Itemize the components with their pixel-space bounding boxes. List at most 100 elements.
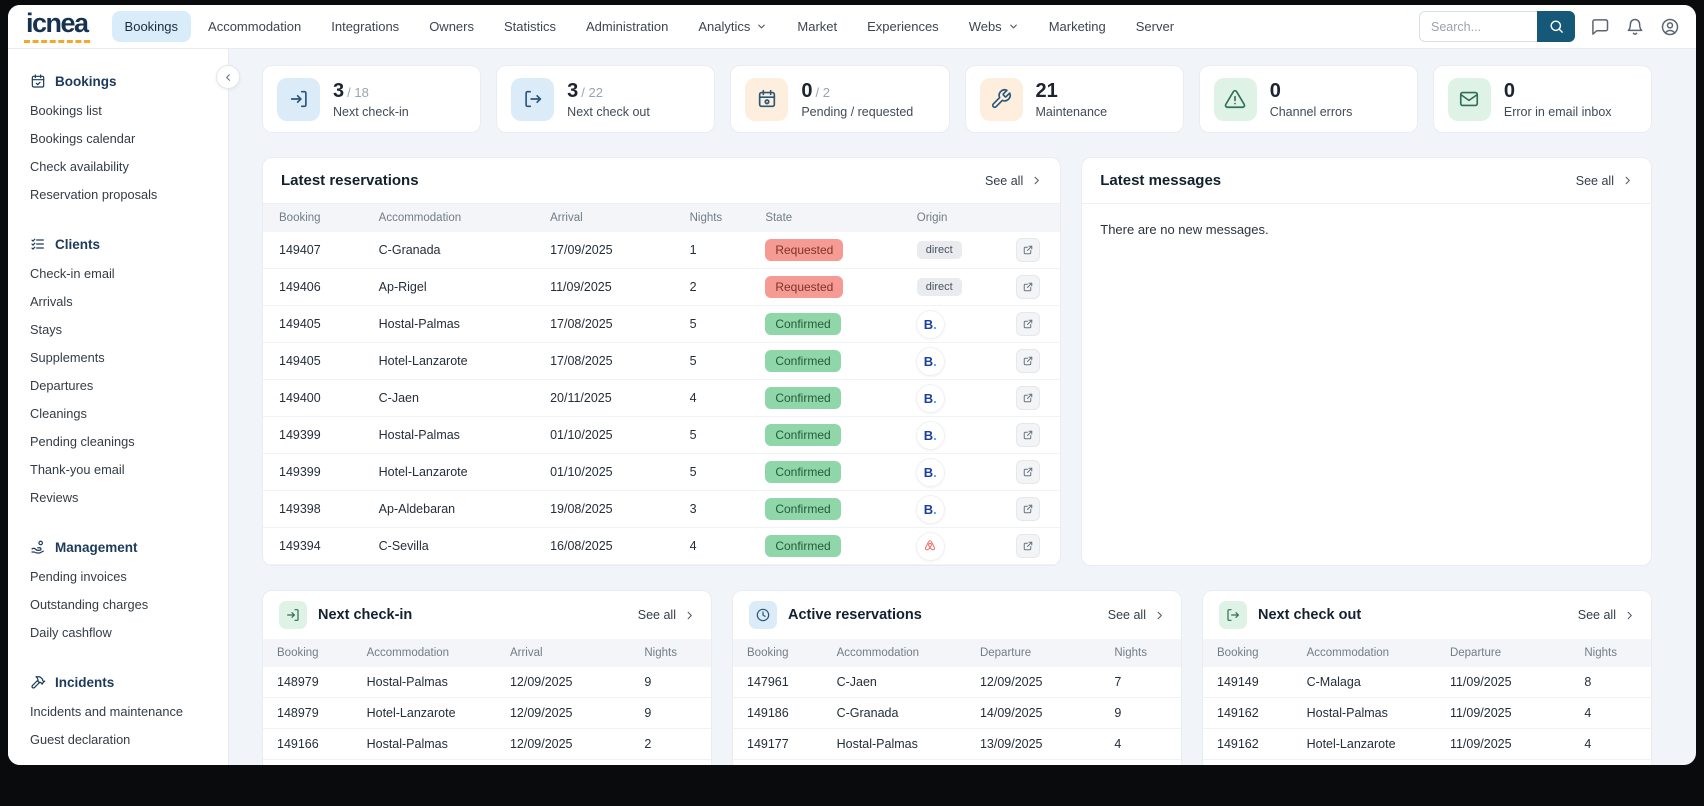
sidebar-item[interactable]: Departures bbox=[30, 371, 228, 399]
table-row[interactable]: 149399 Hostal-Palmas 01/10/2025 5 Confir… bbox=[263, 417, 1060, 454]
table-row[interactable]: 149398 Ap-Aldebaran 19/08/2025 3 Confirm… bbox=[263, 491, 1060, 528]
check-in-icon bbox=[279, 601, 307, 629]
nav-item[interactable]: Marketing bbox=[1036, 11, 1119, 42]
stat-icon-tile bbox=[511, 78, 554, 121]
sidebar-item[interactable]: Guest declaration bbox=[30, 725, 228, 753]
sidebar-header-bookings[interactable]: Bookings bbox=[30, 69, 228, 96]
nav-item[interactable]: Accommodation bbox=[195, 11, 314, 42]
sidebar-collapse-button[interactable] bbox=[216, 65, 240, 89]
nav-item-label: Statistics bbox=[504, 19, 556, 34]
account-button[interactable] bbox=[1660, 17, 1680, 37]
sidebar-header-label: Clients bbox=[55, 237, 100, 252]
sidebar-item[interactable]: Thank-you email bbox=[30, 455, 228, 483]
table-row[interactable]: 147961 C-Jaen 12/09/2025 7 bbox=[733, 667, 1181, 698]
nav-item[interactable]: Owners bbox=[416, 11, 487, 42]
see-all-link[interactable]: See all bbox=[1578, 608, 1635, 622]
sidebar-item[interactable]: Check-in email bbox=[30, 259, 228, 287]
sidebar-item[interactable]: Supplements bbox=[30, 343, 228, 371]
see-all-link[interactable]: See all bbox=[1576, 174, 1633, 188]
stat-number: 3 bbox=[567, 80, 578, 102]
booking-id: 149400 bbox=[263, 391, 363, 405]
table-row[interactable]: 149406 Ap-Rigel 11/09/2025 2 Requested d… bbox=[263, 269, 1060, 306]
booking-id: 148979 bbox=[263, 667, 353, 697]
search-button[interactable] bbox=[1537, 11, 1575, 42]
next-check-out-card: Next check out See all Booking Accommoda… bbox=[1202, 590, 1652, 765]
accommodation-name: C-Jaen bbox=[363, 391, 534, 405]
open-booking-button[interactable] bbox=[1016, 312, 1040, 336]
open-booking-button[interactable] bbox=[1016, 275, 1040, 299]
table-row[interactable]: 149394 C-Sevilla 16/08/2025 4 Confirmed … bbox=[263, 528, 1060, 565]
see-all-link[interactable]: See all bbox=[638, 608, 695, 622]
sidebar-header-clients[interactable]: Clients bbox=[30, 232, 228, 259]
sidebar-item[interactable]: Cleanings bbox=[30, 399, 228, 427]
stat-value: 0 bbox=[1270, 80, 1353, 102]
external-link-icon bbox=[1022, 355, 1034, 367]
nav-item[interactable]: Statistics bbox=[491, 11, 569, 42]
sidebar-item[interactable]: Incidents and maintenance bbox=[30, 697, 228, 725]
sidebar-header-incidents[interactable]: Incidents bbox=[30, 670, 228, 697]
open-booking-button[interactable] bbox=[1016, 386, 1040, 410]
sidebar-item[interactable]: Pending invoices bbox=[30, 562, 228, 590]
sidebar-item[interactable]: Outstanding charges bbox=[30, 590, 228, 618]
topbar-actions bbox=[1419, 11, 1680, 42]
stat-card[interactable]: 0/ 2 Pending / requested bbox=[730, 65, 949, 133]
open-booking-button[interactable] bbox=[1016, 238, 1040, 262]
state-badge: Confirmed bbox=[765, 461, 840, 483]
external-link-icon bbox=[1022, 466, 1034, 478]
table-row[interactable]: 149405 Hotel-Lanzarote 17/08/2025 5 Conf… bbox=[263, 343, 1060, 380]
sidebar-item[interactable]: Bookings calendar bbox=[30, 124, 228, 152]
notifications-button[interactable] bbox=[1625, 17, 1645, 37]
open-booking-button[interactable] bbox=[1016, 534, 1040, 558]
external-link-icon bbox=[1022, 244, 1034, 256]
open-booking-button[interactable] bbox=[1016, 423, 1040, 447]
table-row[interactable]: 149399 Hotel-Lanzarote 01/10/2025 5 Conf… bbox=[263, 454, 1060, 491]
nav-item[interactable]: Server bbox=[1123, 11, 1187, 42]
table-row[interactable]: 149166 Hostal-Palmas 12/09/2025 2 bbox=[263, 729, 711, 760]
table-row[interactable]: 148979 Hotel-Lanzarote 12/09/2025 9 bbox=[263, 698, 711, 729]
stat-card[interactable]: 3/ 18 Next check-in bbox=[262, 65, 481, 133]
table-row[interactable]: 149400 C-Jaen 20/11/2025 4 Confirmed boo… bbox=[263, 380, 1060, 417]
stat-card[interactable]: 0 Error in email inbox bbox=[1433, 65, 1652, 133]
sidebar-item[interactable]: Daily cashflow bbox=[30, 618, 228, 646]
nav-item[interactable]: Bookings bbox=[112, 11, 191, 42]
stat-card[interactable]: 0 Channel errors bbox=[1199, 65, 1418, 133]
sidebar-item[interactable]: Pending cleanings bbox=[30, 427, 228, 455]
table-row[interactable]: 149177 Hostal-Palmas 13/09/2025 4 bbox=[733, 729, 1181, 760]
nav-item[interactable]: Administration bbox=[573, 11, 681, 42]
see-all-link[interactable]: See all bbox=[1108, 608, 1165, 622]
messages-button[interactable] bbox=[1590, 17, 1610, 37]
table-row[interactable]: 149162 Hostal-Palmas 11/09/2025 4 bbox=[1203, 698, 1651, 729]
table-row[interactable]: 149405 Hostal-Palmas 17/08/2025 5 Confir… bbox=[263, 306, 1060, 343]
open-booking-button[interactable] bbox=[1016, 349, 1040, 373]
sidebar-item[interactable]: Bookings list bbox=[30, 96, 228, 124]
stat-card[interactable]: 21 Maintenance bbox=[965, 65, 1184, 133]
sidebar-item[interactable]: Check availability bbox=[30, 152, 228, 180]
nav-item[interactable]: Experiences bbox=[854, 11, 952, 42]
nav-item[interactable]: Analytics bbox=[685, 11, 780, 42]
stat-card[interactable]: 3/ 22 Next check out bbox=[496, 65, 715, 133]
stat-number: 0 bbox=[1270, 80, 1281, 102]
accommodation-name: Hostal-Palmas bbox=[823, 729, 966, 759]
bottom-row: Next check-in See all Booking Accommodat… bbox=[262, 590, 1652, 765]
nav-item[interactable]: Webs bbox=[956, 11, 1032, 42]
table-row[interactable]: 149162 Hotel-Lanzarote 11/09/2025 4 bbox=[1203, 729, 1651, 760]
see-all-label: See all bbox=[1578, 608, 1616, 622]
sidebar-header-management[interactable]: Management bbox=[30, 535, 228, 562]
sidebar-item[interactable]: Stays bbox=[30, 315, 228, 343]
table-row[interactable]: 148979 Hostal-Palmas 12/09/2025 9 bbox=[263, 667, 711, 698]
search-input[interactable] bbox=[1419, 11, 1537, 42]
table-row[interactable]: 149186 C-Granada 14/09/2025 9 bbox=[733, 698, 1181, 729]
see-all-link[interactable]: See all bbox=[985, 174, 1042, 188]
stat-number: 0 bbox=[801, 80, 812, 102]
stat-icon-tile bbox=[980, 78, 1023, 121]
table-row[interactable]: 149407 C-Granada 17/09/2025 1 Requested … bbox=[263, 232, 1060, 269]
table-row[interactable]: 149149 C-Malaga 11/09/2025 8 bbox=[1203, 667, 1651, 698]
nav-item[interactable]: Integrations bbox=[318, 11, 412, 42]
open-booking-button[interactable] bbox=[1016, 497, 1040, 521]
sidebar-item[interactable]: Reservation proposals bbox=[30, 180, 228, 208]
sidebar-item[interactable]: Reviews bbox=[30, 483, 228, 511]
open-booking-button[interactable] bbox=[1016, 460, 1040, 484]
nav-item[interactable]: Market bbox=[784, 11, 850, 42]
wrench-icon bbox=[990, 88, 1012, 110]
sidebar-item[interactable]: Arrivals bbox=[30, 287, 228, 315]
